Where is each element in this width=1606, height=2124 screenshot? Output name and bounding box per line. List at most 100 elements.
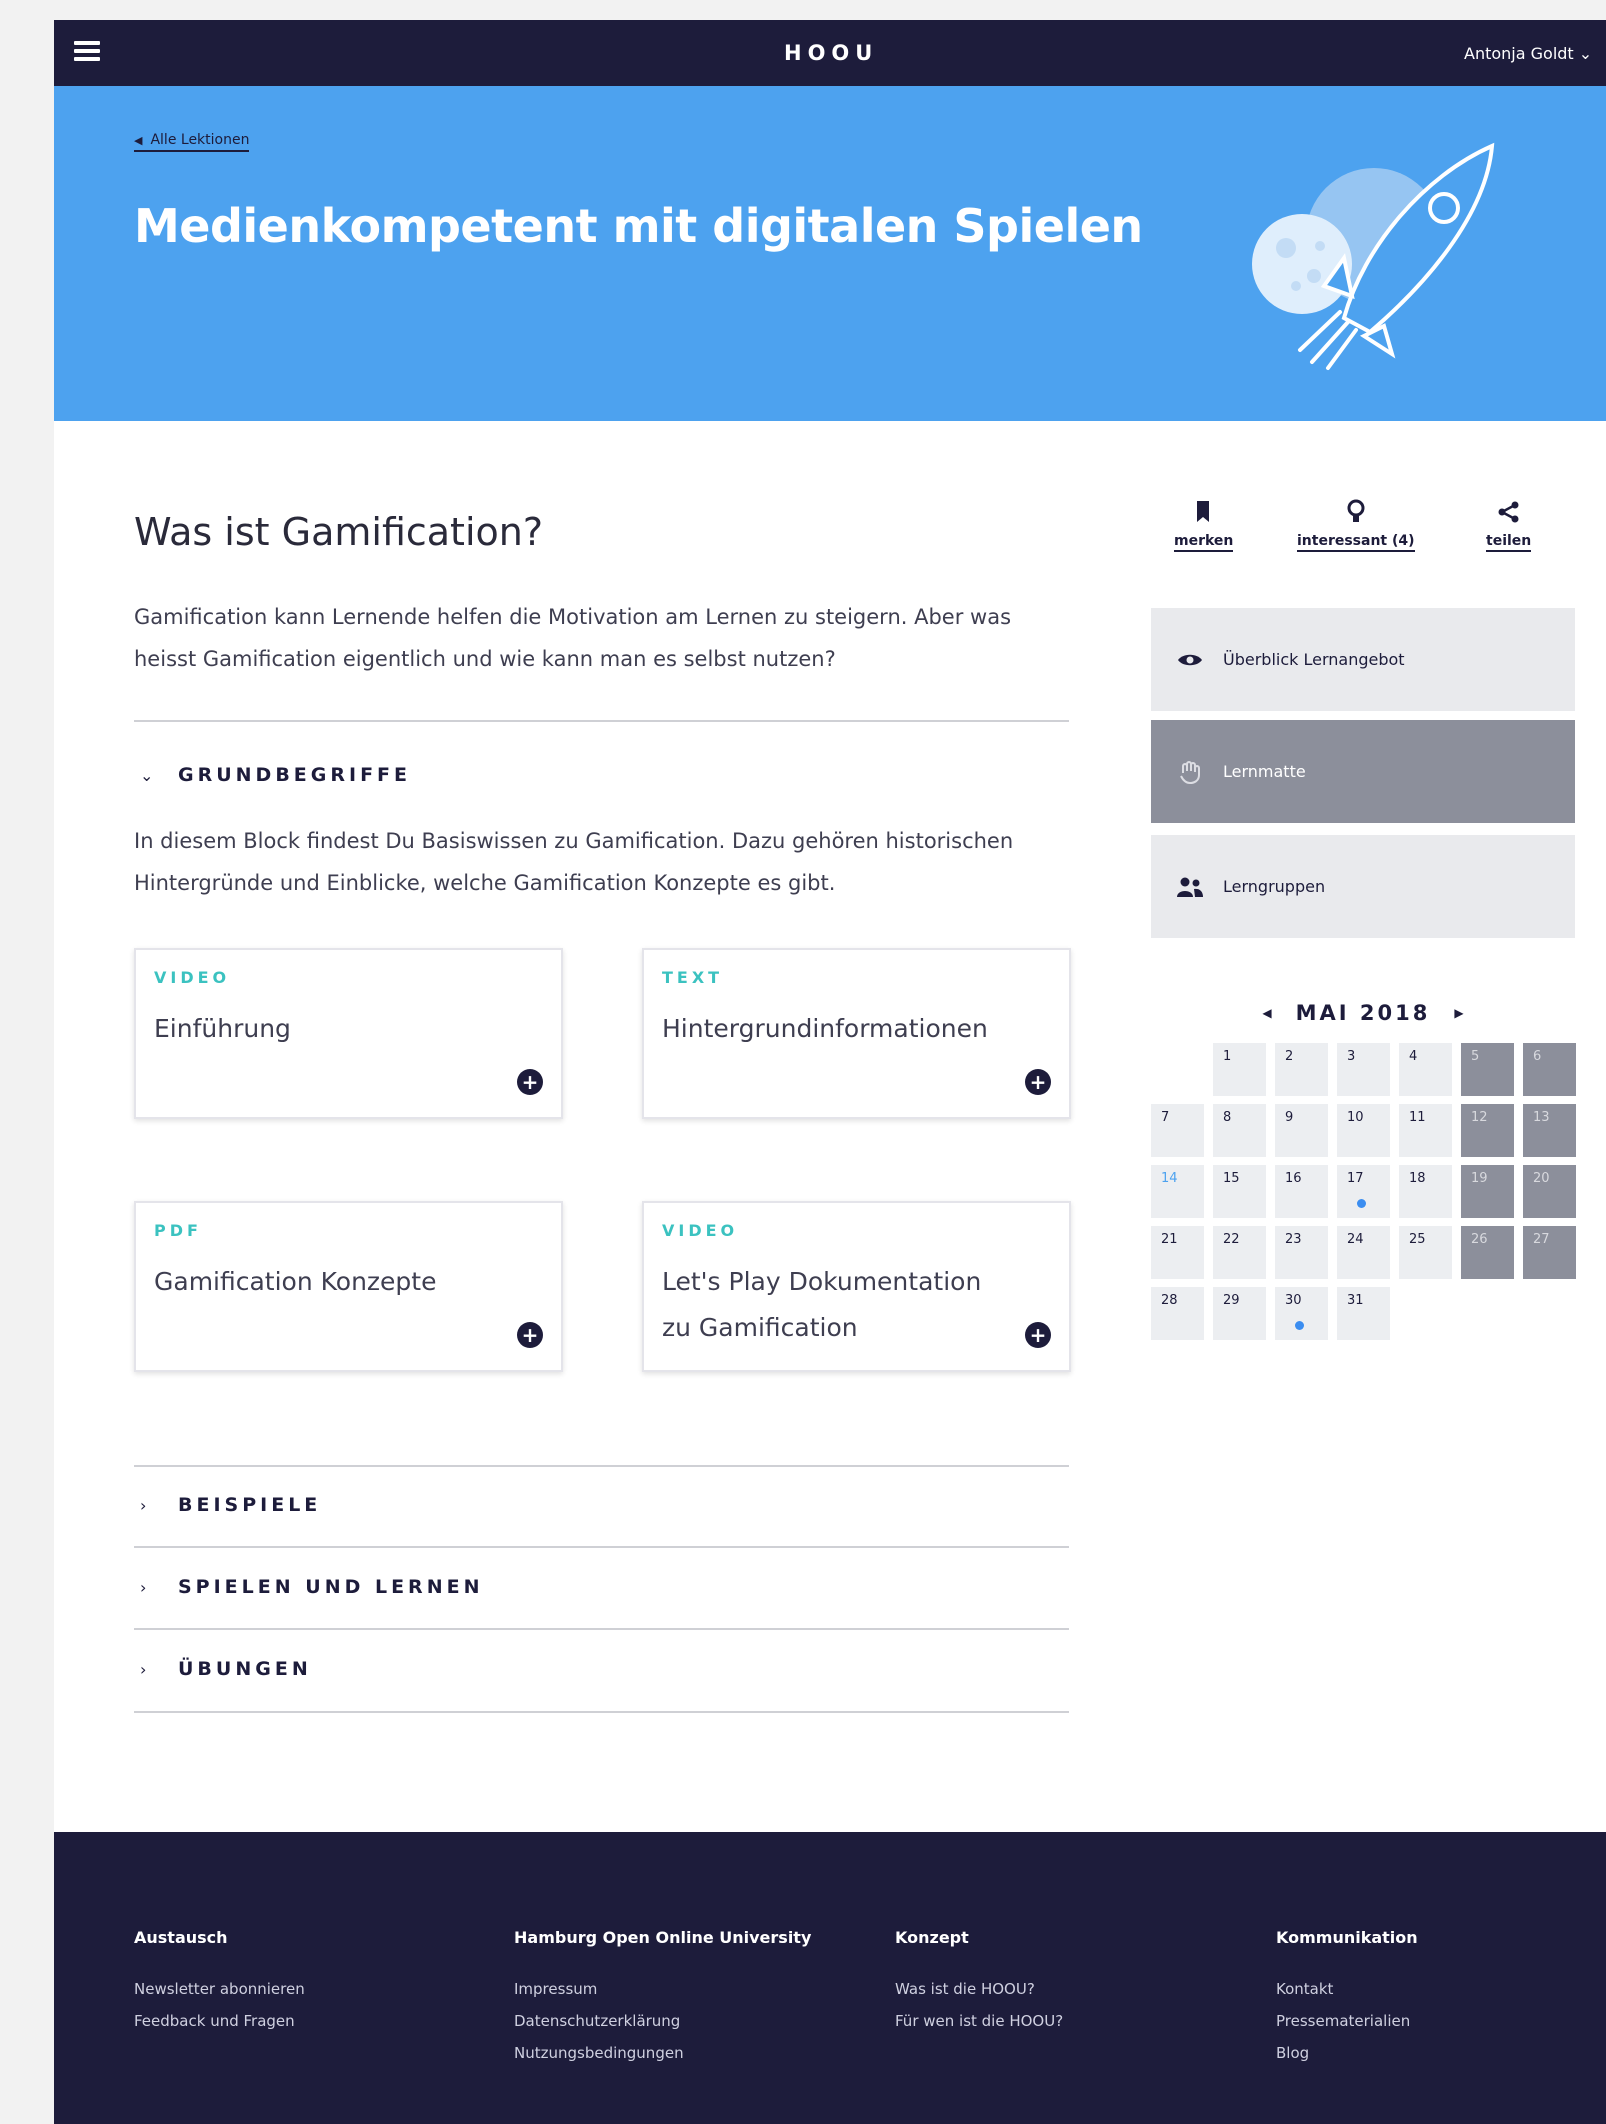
footer-link[interactable]: Datenschutzerklärung <box>514 2005 811 2037</box>
calendar-day[interactable]: 6 <box>1523 1043 1576 1096</box>
accordion-beispiele[interactable]: › BEISPIELE <box>134 1485 1069 1525</box>
footer-link[interactable]: Pressematerialien <box>1276 2005 1418 2037</box>
content-card[interactable]: VIDEO Let's Play Dokumentation zu Gamifi… <box>642 1201 1071 1372</box>
calendar-day[interactable]: 8 <box>1213 1104 1266 1157</box>
accordion-spielen-und-lernen[interactable]: › SPIELEN UND LERNEN <box>134 1567 1069 1607</box>
calendar-day[interactable]: 1 <box>1213 1043 1266 1096</box>
calendar-day-number: 24 <box>1347 1232 1364 1247</box>
calendar-day[interactable]: 2 <box>1275 1043 1328 1096</box>
calendar-day[interactable]: 13 <box>1523 1104 1576 1157</box>
back-link[interactable]: ◀ Alle Lektionen <box>134 132 250 152</box>
footer-link[interactable]: Kontakt <box>1276 1973 1418 2005</box>
calendar-day[interactable]: 4 <box>1399 1043 1452 1096</box>
accordion-grundbegriffe[interactable]: ⌄ GRUNDBEGRIFFE <box>134 755 1069 795</box>
bookmark-icon <box>1195 497 1213 527</box>
section-heading: Was ist Gamification? <box>134 510 544 554</box>
footer-link[interactable]: Was ist die HOOU? <box>895 1973 1063 2005</box>
calendar-next-icon[interactable]: ▶ <box>1430 1006 1487 1020</box>
calendar-day-number: 12 <box>1471 1110 1488 1125</box>
calendar-day-number: 2 <box>1285 1049 1294 1064</box>
rocket-illustration <box>1252 142 1495 370</box>
bookmark-action[interactable]: merken <box>1174 497 1234 552</box>
nav-learning-groups[interactable]: Lerngruppen <box>1151 835 1575 938</box>
footer-link[interactable]: Für wen ist die HOOU? <box>895 2005 1063 2037</box>
hero-banner: ◀ Alle Lektionen Medienkompetent mit digi… <box>54 86 1606 421</box>
calendar-day-number: 13 <box>1533 1110 1550 1125</box>
calendar-day[interactable]: 16 <box>1275 1165 1328 1218</box>
calendar-day-number: 20 <box>1533 1171 1550 1186</box>
calendar-day[interactable]: 26 <box>1461 1226 1514 1279</box>
calendar-day[interactable]: 27 <box>1523 1226 1576 1279</box>
calendar-day[interactable]: 9 <box>1275 1104 1328 1157</box>
calendar-day[interactable]: 30 <box>1275 1287 1328 1340</box>
calendar-day[interactable]: 18 <box>1399 1165 1452 1218</box>
calendar-day[interactable]: 21 <box>1151 1226 1204 1279</box>
calendar-day[interactable]: 29 <box>1213 1287 1266 1340</box>
accordion-label: SPIELEN UND LERNEN <box>178 1576 484 1598</box>
calendar-day[interactable]: 5 <box>1461 1043 1514 1096</box>
calendar-day[interactable]: 31 <box>1337 1287 1390 1340</box>
calendar-day[interactable]: 25 <box>1399 1226 1452 1279</box>
plus-icon[interactable]: + <box>1025 1069 1051 1095</box>
share-action[interactable]: teilen <box>1486 497 1532 552</box>
nav-overview[interactable]: Überblick Lernangebot <box>1151 608 1575 711</box>
card-title: Einführung <box>154 1014 291 1043</box>
calendar-day[interactable]: 23 <box>1275 1226 1328 1279</box>
content-card[interactable]: VIDEO Einführung + <box>134 948 563 1119</box>
plus-icon[interactable]: + <box>517 1069 543 1095</box>
calendar-day-number: 28 <box>1161 1293 1178 1308</box>
calendar-day-number: 29 <box>1223 1293 1240 1308</box>
calendar-day-number: 7 <box>1161 1110 1170 1125</box>
calendar-day[interactable]: 24 <box>1337 1226 1390 1279</box>
footer-link[interactable]: Impressum <box>514 1973 811 2005</box>
logo[interactable]: HOOU <box>784 38 878 68</box>
calendar-day[interactable]: 14 <box>1151 1165 1204 1218</box>
footer-link[interactable]: Newsletter abonnieren <box>134 1973 305 2005</box>
share-icon <box>1497 497 1521 527</box>
content-card[interactable]: PDF Gamification Konzepte + <box>134 1201 563 1372</box>
calendar-day-number: 23 <box>1285 1232 1302 1247</box>
interesting-action[interactable]: interessant (4) <box>1297 497 1415 552</box>
content-card[interactable]: TEXT Hintergrundinformationen + <box>642 948 1071 1119</box>
calendar-day-number: 17 <box>1347 1171 1364 1186</box>
calendar-day[interactable]: 15 <box>1213 1165 1266 1218</box>
calendar-day[interactable]: 7 <box>1151 1104 1204 1157</box>
top-navigation: HOOU Antonja Goldt ⌄ <box>54 20 1606 86</box>
plus-icon[interactable]: + <box>517 1322 543 1348</box>
user-menu[interactable]: Antonja Goldt ⌄ <box>1464 44 1592 63</box>
footer-heading: Hamburg Open Online University <box>514 1928 812 1947</box>
calendar-day[interactable]: 20 <box>1523 1165 1576 1218</box>
footer-heading: Kommunikation <box>1276 1928 1418 1947</box>
calendar-day[interactable]: 11 <box>1399 1104 1452 1157</box>
calendar-prev-icon[interactable]: ◀ <box>1238 1006 1295 1020</box>
calendar-day-number: 9 <box>1285 1110 1294 1125</box>
footer-column: Austausch Newsletter abonnieren Feedback… <box>134 1928 305 2037</box>
accordion-uebungen[interactable]: › ÜBUNGEN <box>134 1649 1069 1689</box>
calendar-day-number: 1 <box>1223 1049 1232 1064</box>
nav-learning-mat[interactable]: Lernmatte <box>1151 720 1575 823</box>
footer-heading: Austausch <box>134 1928 228 1947</box>
chevron-down-icon: ⌄ <box>140 765 154 785</box>
footer-link[interactable]: Nutzungsbedingungen <box>514 2037 811 2069</box>
calendar-day[interactable]: 10 <box>1337 1104 1390 1157</box>
menu-icon[interactable] <box>74 41 100 63</box>
calendar-day[interactable]: 22 <box>1213 1226 1266 1279</box>
footer-link[interactable]: Feedback und Fragen <box>134 2005 305 2037</box>
calendar-day[interactable]: 3 <box>1337 1043 1390 1096</box>
user-name: Antonja Goldt <box>1464 44 1574 63</box>
calendar-day[interactable]: 12 <box>1461 1104 1514 1157</box>
calendar-day-number: 22 <box>1223 1232 1240 1247</box>
calendar-day[interactable]: 28 <box>1151 1287 1204 1340</box>
calendar-day-number: 4 <box>1409 1049 1418 1064</box>
calendar-day[interactable]: 19 <box>1461 1165 1514 1218</box>
action-label: merken <box>1174 533 1234 552</box>
calendar-day[interactable]: 17 <box>1337 1165 1390 1218</box>
card-type: PDF <box>154 1221 202 1240</box>
plus-icon[interactable]: + <box>1025 1322 1051 1348</box>
nav-label: Lerngruppen <box>1223 877 1326 896</box>
lightbulb-icon <box>1346 497 1366 527</box>
divider <box>134 720 1069 722</box>
calendar-day-number: 8 <box>1223 1110 1232 1125</box>
calendar-day-number: 25 <box>1409 1232 1426 1247</box>
footer-link[interactable]: Blog <box>1276 2037 1418 2069</box>
